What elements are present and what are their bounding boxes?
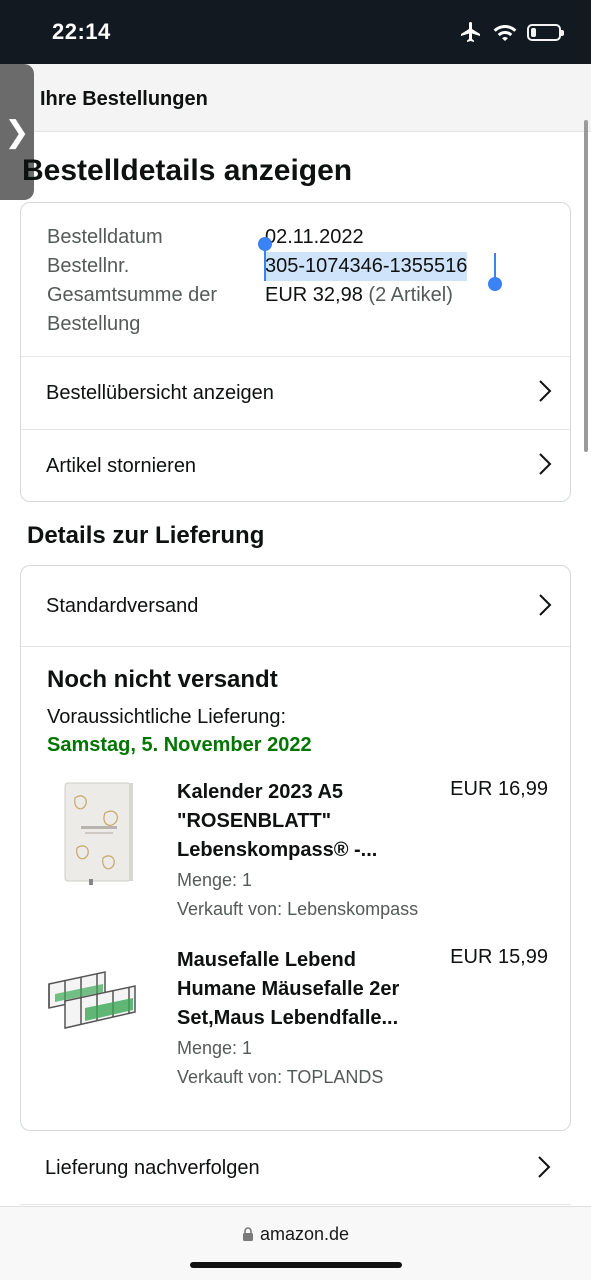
- track-delivery-label: Lieferung nachverfolgen: [45, 1157, 260, 1179]
- page-title: Bestelldetails anzeigen: [22, 154, 353, 187]
- order-total: EUR 32,98 (2 Artikel): [265, 281, 453, 310]
- delivery-section-title: Details zur Lieferung: [27, 522, 265, 549]
- selection-start-line: [264, 245, 266, 281]
- eta-label: Voraussichtliche Lieferung:: [47, 706, 287, 728]
- status-icons: [459, 20, 564, 44]
- product-quantity: Menge: 1: [177, 1038, 253, 1058]
- order-date-value: 02.11.2022: [265, 226, 364, 248]
- selection-end-handle[interactable]: [488, 277, 502, 291]
- scrollbar[interactable]: [584, 120, 588, 452]
- url-text: amazon.de: [259, 1224, 350, 1244]
- order-date-label: Bestelldatum: [47, 226, 163, 248]
- order-total-items: (2 Artikel): [368, 284, 453, 306]
- divider: [21, 646, 570, 647]
- product-quantity: Menge: 1: [177, 870, 253, 890]
- delivery-card: Standardversand Noch nicht versandt Vora…: [20, 565, 571, 1131]
- product-seller: Verkauft von: Lebenskompass: [177, 899, 419, 919]
- product-price: EUR 16,99: [450, 778, 548, 800]
- url-display[interactable]: amazon.de: [0, 1224, 591, 1245]
- clock: 22:14: [52, 19, 111, 44]
- eta-date: Samstag, 5. November 2022: [47, 734, 312, 756]
- view-order-summary-label: Bestellübersicht anzeigen: [46, 381, 274, 404]
- order-number-label: Bestellnr.: [47, 255, 130, 277]
- wifi-icon: [493, 25, 517, 41]
- lock-icon: [242, 1227, 253, 1241]
- order-total-label: Gesamtsumme der Bestellung: [47, 284, 218, 335]
- mousetrap-image: [48, 971, 136, 1029]
- track-delivery-row[interactable]: Lieferung nachverfolgen: [20, 1133, 571, 1205]
- airplane-icon: [461, 22, 480, 42]
- product-seller: Verkauft von: TOPLANDS: [177, 1067, 384, 1087]
- back-link-orders[interactable]: Ihre Bestellungen: [40, 88, 208, 111]
- product-title-link[interactable]: Mausefalle Lebend Humane Mäusefalle 2er …: [177, 946, 427, 1033]
- product-title-link[interactable]: Kalender 2023 A5 "ROSENBLATT" Lebenskomp…: [177, 778, 427, 865]
- chevron-right-icon: [538, 1156, 551, 1178]
- home-indicator[interactable]: [190, 1262, 402, 1268]
- product-image-mousetrap[interactable]: [45, 946, 155, 1056]
- order-total-value: EUR 32,98: [265, 284, 363, 306]
- chevron-right-icon: [539, 380, 552, 402]
- top-nav: ❯ Ihre Bestellungen: [0, 64, 591, 200]
- order-item: Mausefalle Lebend Humane Mäusefalle 2er …: [21, 946, 570, 1087]
- chevron-right-icon: [539, 594, 552, 616]
- cancel-items-row[interactable]: Artikel stornieren: [21, 429, 570, 501]
- shipping-method-label: Standardversand: [46, 594, 199, 617]
- battery-icon: [527, 23, 564, 41]
- product-image-calendar[interactable]: [45, 778, 155, 888]
- view-order-summary-row[interactable]: Bestellübersicht anzeigen: [21, 356, 570, 429]
- browser-url-bar[interactable]: amazon.de: [0, 1206, 591, 1280]
- cancel-items-label: Artikel stornieren: [46, 454, 197, 477]
- order-number-value[interactable]: 305-1074346-1355516: [265, 252, 468, 281]
- status-bar: 22:14: [0, 0, 591, 64]
- product-price: EUR 15,99: [450, 946, 548, 968]
- shipment-status: Noch nicht versandt: [47, 666, 278, 693]
- chevron-right-icon: [539, 453, 552, 475]
- order-item: Kalender 2023 A5 "ROSENBLATT" Lebenskomp…: [21, 778, 570, 919]
- calendar-image: [64, 782, 133, 885]
- shipping-method-row[interactable]: Standardversand: [21, 566, 570, 646]
- order-info-card: Bestelldatum 02.11.2022 Bestellnr. 305-1…: [20, 202, 571, 502]
- chevron-right-icon: ❯: [4, 115, 30, 149]
